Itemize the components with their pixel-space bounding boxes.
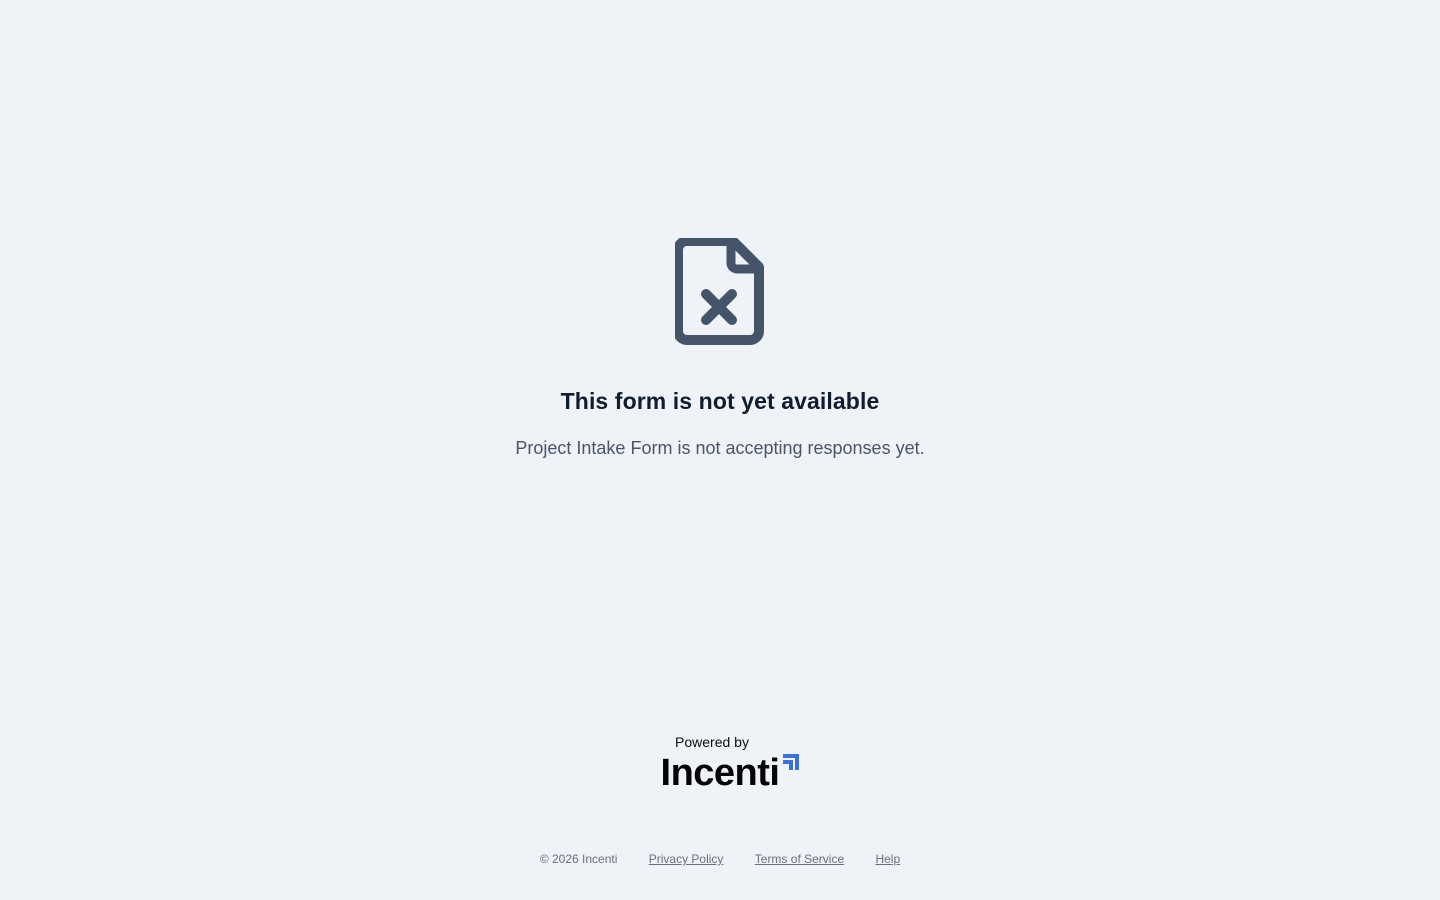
page-title: This form is not yet available xyxy=(560,388,880,414)
brand-name: Incenti xyxy=(660,752,780,794)
file-x-icon xyxy=(675,238,764,345)
terms-of-service-link[interactable]: Terms of Service xyxy=(755,852,844,866)
status-block: This form is not yet available Project I… xyxy=(0,238,1440,458)
powered-by-badge[interactable]: Powered by Incenti xyxy=(0,734,1440,794)
powered-by-label: Powered by xyxy=(675,734,749,750)
page: This form is not yet available Project I… xyxy=(0,0,1440,900)
status-message: Project Intake Form is not accepting res… xyxy=(515,438,925,458)
help-link[interactable]: Help xyxy=(875,852,900,866)
privacy-policy-link[interactable]: Privacy Policy xyxy=(649,852,724,866)
brand-logo: Incenti xyxy=(660,752,800,794)
arrow-up-right-icon xyxy=(783,754,800,770)
footer: © 2026 Incenti Privacy Policy Terms of S… xyxy=(0,852,1440,866)
copyright-text: © 2026 Incenti xyxy=(539,852,618,866)
